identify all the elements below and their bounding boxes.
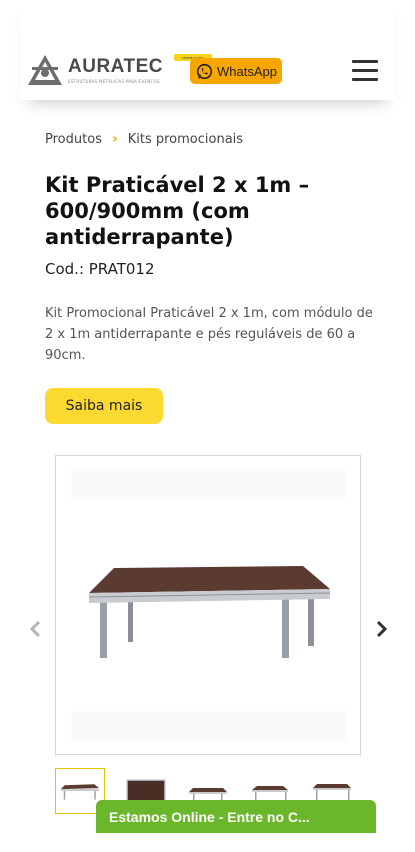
product-gallery [55, 455, 361, 755]
whatsapp-button[interactable]: WhatsApp [190, 58, 282, 84]
menu-line [352, 60, 378, 63]
site-logo[interactable]: AURATEC ESTRUTURAS METÁLICAS PARA EVENTO… [26, 53, 162, 89]
online-chat-button[interactable]: Estamos Online - Entre no C... [96, 800, 376, 833]
menu-line [352, 78, 378, 81]
breadcrumb-separator-icon: › [111, 131, 118, 147]
logo-name: AURATEC [68, 56, 163, 77]
whatsapp-icon [196, 63, 213, 79]
breadcrumb-current[interactable]: Kits promocionais [128, 132, 243, 147]
saiba-mais-button[interactable]: Saiba mais [45, 388, 163, 424]
whatsapp-label: WhatsApp [217, 63, 277, 79]
breadcrumb: Produtos › Kits promocionais [45, 131, 243, 147]
chevron-right-icon[interactable] [371, 618, 391, 640]
product-description: Kit Promocional Praticável 2 x 1m, com m… [45, 306, 373, 363]
breadcrumb-link-produtos[interactable]: Produtos [45, 132, 102, 147]
auratec-logo-mark-icon [28, 55, 62, 85]
product-title: Kit Praticável 2 x 1m – 600/900mm (com a… [45, 173, 310, 249]
hamburger-menu-icon[interactable] [352, 60, 378, 82]
stage-platform-image[interactable] [56, 456, 362, 756]
chevron-left-icon[interactable] [26, 618, 46, 640]
logo-tagline: ESTRUTURAS METÁLICAS PARA EVENTOS [68, 79, 160, 84]
product-code: Cod.: PRAT012 [45, 260, 155, 278]
menu-line [352, 69, 378, 72]
